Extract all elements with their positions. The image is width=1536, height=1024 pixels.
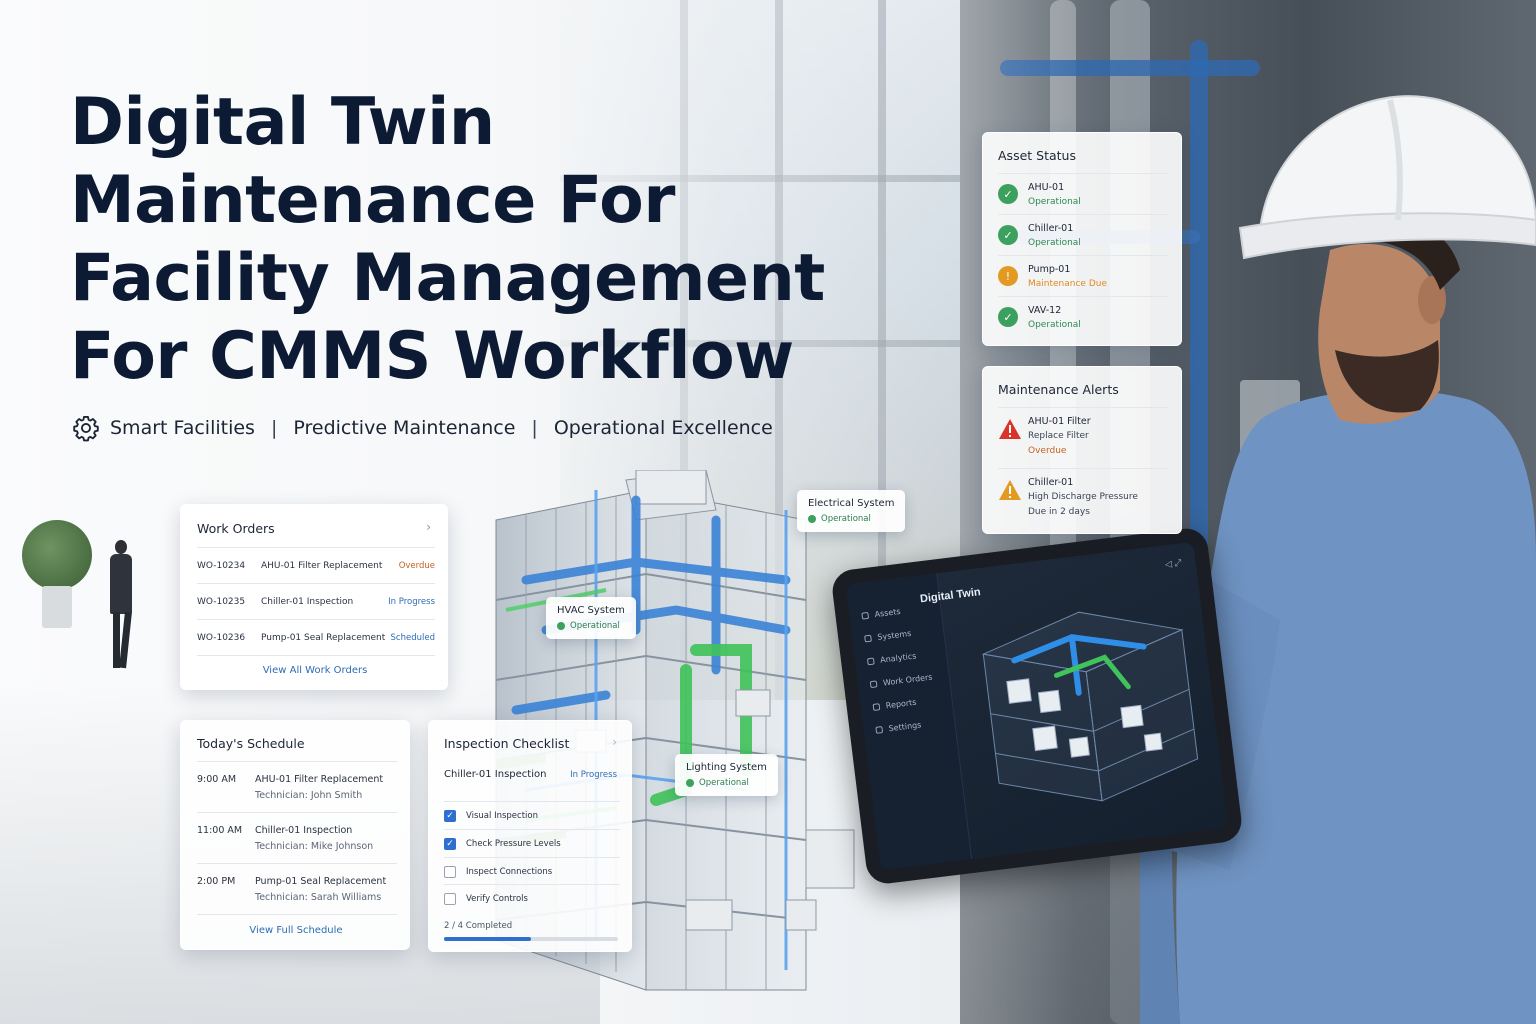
- check-circle-icon: ✓: [998, 307, 1018, 327]
- work-order-row[interactable]: WO-10234 AHU-01 Filter Replacement Overd…: [197, 547, 435, 583]
- checkbox-empty-icon[interactable]: [444, 892, 456, 905]
- settings-icon: [875, 726, 884, 734]
- systems-icon: [864, 634, 872, 643]
- todays-schedule-card: Today's Schedule 9:00 AM AHU-01 Filter R…: [180, 720, 410, 950]
- progress-bar: [444, 937, 618, 941]
- progress-bar-fill: [444, 937, 531, 941]
- schedule-title: Today's Schedule: [197, 736, 305, 751]
- tagline-separator: |: [270, 417, 278, 439]
- tagline: Smart Facilities | Predictive Maintenanc…: [72, 412, 773, 444]
- tablet-window-controls[interactable]: ◁ ⤢: [1164, 557, 1182, 570]
- headline-line-4: For CMMS Workflow: [70, 319, 794, 394]
- checklist-item[interactable]: ✓ Visual Inspection: [444, 801, 620, 829]
- schedule-item[interactable]: 9:00 AM AHU-01 Filter Replacement Techni…: [197, 761, 397, 811]
- gear-icon: [73, 415, 99, 442]
- tagline-separator: |: [531, 417, 538, 439]
- tablet-screen: Assets Systems Analytics Work Orders Rep…: [845, 541, 1229, 871]
- view-full-schedule-link[interactable]: View Full Schedule: [181, 925, 411, 936]
- alert-triangle-orange-icon: [999, 480, 1021, 500]
- maintenance-alerts-title: Maintenance Alerts: [998, 382, 1119, 397]
- work-orders-title: Work Orders: [197, 521, 275, 536]
- schedule-item[interactable]: 2:00 PM Pump-01 Seal Replacement Technic…: [197, 863, 397, 913]
- warning-circle-icon: !: [998, 266, 1018, 286]
- assets-icon: [861, 611, 870, 620]
- checkbox-checked-icon[interactable]: ✓: [444, 837, 456, 850]
- hvac-system-tag[interactable]: HVAC System Operational: [546, 597, 636, 639]
- check-circle-icon: ✓: [998, 225, 1018, 245]
- check-circle-icon: ✓: [998, 184, 1018, 204]
- maintenance-alerts-card: Maintenance Alerts AHU-01 Filter Replace…: [982, 366, 1182, 534]
- analytics-icon: [866, 657, 875, 666]
- status-badge: Overdue: [398, 560, 435, 571]
- view-all-work-orders-link[interactable]: View All Work Orders: [181, 665, 449, 676]
- asset-row[interactable]: ✓ Chiller-01 Operational: [998, 214, 1168, 255]
- asset-row[interactable]: ✓ AHU-01 Operational: [998, 173, 1168, 214]
- checkbox-checked-icon[interactable]: ✓: [444, 809, 456, 822]
- status-badge: Scheduled: [390, 632, 435, 643]
- schedule-item[interactable]: 11:00 AM Chiller-01 Inspection Technicia…: [197, 812, 397, 862]
- tagline-predictive-maintenance: Predictive Maintenance: [293, 417, 516, 439]
- status-dot-icon: [557, 622, 565, 630]
- tablet-device: Assets Systems Analytics Work Orders Rep…: [830, 526, 1244, 886]
- electrical-system-tag[interactable]: Electrical System Operational: [797, 490, 906, 532]
- headline-line-3: Facility Management: [70, 241, 825, 316]
- asset-status-title: Asset Status: [998, 148, 1076, 163]
- chevron-right-icon[interactable]: ›: [612, 735, 617, 749]
- progress-label: 2 / 4 Completed: [444, 921, 513, 931]
- status-badge: In Progress: [570, 770, 617, 780]
- inspection-checklist-card: Inspection Checklist › Chiller-01 Inspec…: [428, 720, 632, 952]
- potted-plant: [22, 520, 92, 630]
- headline-line-2: Maintenance For: [70, 163, 675, 238]
- checklist-item[interactable]: ✓ Check Pressure Levels: [444, 829, 620, 857]
- inspection-subject: Chiller-01 Inspection: [444, 769, 547, 780]
- tagline-smart-facilities: Smart Facilities: [110, 417, 255, 439]
- inspection-title: Inspection Checklist: [444, 736, 570, 751]
- checklist-item[interactable]: Inspect Connections: [444, 857, 620, 885]
- headline-line-1: Digital Twin: [70, 85, 495, 160]
- work-order-row[interactable]: WO-10236 Pump-01 Seal Replacement Schedu…: [197, 619, 435, 655]
- status-dot-icon: [808, 515, 816, 523]
- page-headline: Digital Twin Maintenance For Facility Ma…: [70, 84, 825, 396]
- alert-triangle-red-icon: [999, 419, 1021, 439]
- chevron-right-icon[interactable]: ›: [426, 520, 431, 534]
- tablet-sidebar: Assets Systems Analytics Work Orders Rep…: [845, 573, 973, 871]
- tablet-3d-model[interactable]: [959, 589, 1213, 825]
- work-order-row[interactable]: WO-10235 Chiller-01 Inspection In Progre…: [197, 583, 435, 619]
- asset-row[interactable]: ! Pump-01 Maintenance Due: [998, 255, 1168, 296]
- checklist-item[interactable]: Verify Controls: [444, 884, 620, 912]
- reports-icon: [872, 703, 881, 711]
- asset-status-card: Asset Status ✓ AHU-01 Operational ✓ Chil…: [982, 132, 1182, 346]
- checkbox-empty-icon[interactable]: [444, 865, 456, 878]
- tagline-operational-excellence: Operational Excellence: [553, 417, 773, 439]
- alert-row[interactable]: AHU-01 Filter Replace Filter Overdue: [998, 407, 1168, 469]
- asset-row[interactable]: ✓ VAV-12 Operational: [998, 296, 1168, 337]
- work-orders-card: Work Orders › WO-10234 AHU-01 Filter Rep…: [180, 504, 448, 690]
- alert-row[interactable]: Chiller-01 High Discharge Pressure Due i…: [998, 468, 1168, 530]
- walking-person: [108, 540, 134, 670]
- lighting-system-tag[interactable]: Lighting System Operational: [675, 754, 778, 796]
- work-orders-icon: [869, 680, 878, 689]
- status-badge: In Progress: [388, 596, 435, 607]
- status-dot-icon: [686, 779, 694, 787]
